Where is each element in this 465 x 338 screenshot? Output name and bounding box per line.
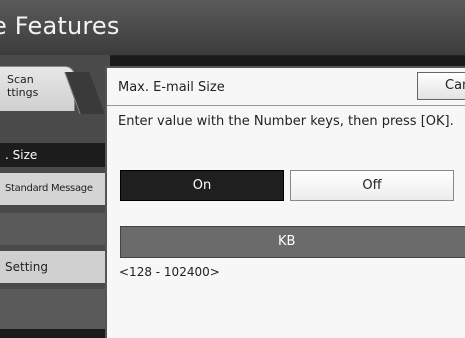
divider	[107, 105, 465, 106]
sidebar-item-setting[interactable]: Setting	[0, 251, 110, 283]
left-panel: Scan ttings . Size Standard Message Sett…	[0, 55, 110, 329]
on-button[interactable]: On	[120, 170, 284, 201]
sidebar-item-empty	[0, 213, 110, 245]
sidebar-item-size[interactable]: . Size	[0, 143, 110, 167]
range-hint: <128 - 102400>	[119, 265, 220, 279]
max-email-size-dialog: Max. E-mail Size Can Enter value with th…	[105, 66, 465, 338]
off-button[interactable]: Off	[290, 170, 454, 201]
page-title: e Features	[0, 12, 120, 40]
size-value-field[interactable]: KB	[120, 226, 465, 258]
instruction-text: Enter value with the Number keys, then p…	[118, 114, 454, 129]
tab-label-line1: Scan	[7, 73, 34, 86]
dialog-title: Max. E-mail Size	[118, 80, 225, 95]
sidebar-item-standard-message[interactable]: Standard Message	[0, 173, 110, 205]
header-bar: e Features	[0, 0, 465, 56]
cancel-button[interactable]: Can	[417, 72, 465, 100]
tab-label-line2: ttings	[7, 86, 39, 99]
unit-label: KB	[278, 234, 296, 249]
sidebar-item-empty-2	[0, 289, 110, 329]
